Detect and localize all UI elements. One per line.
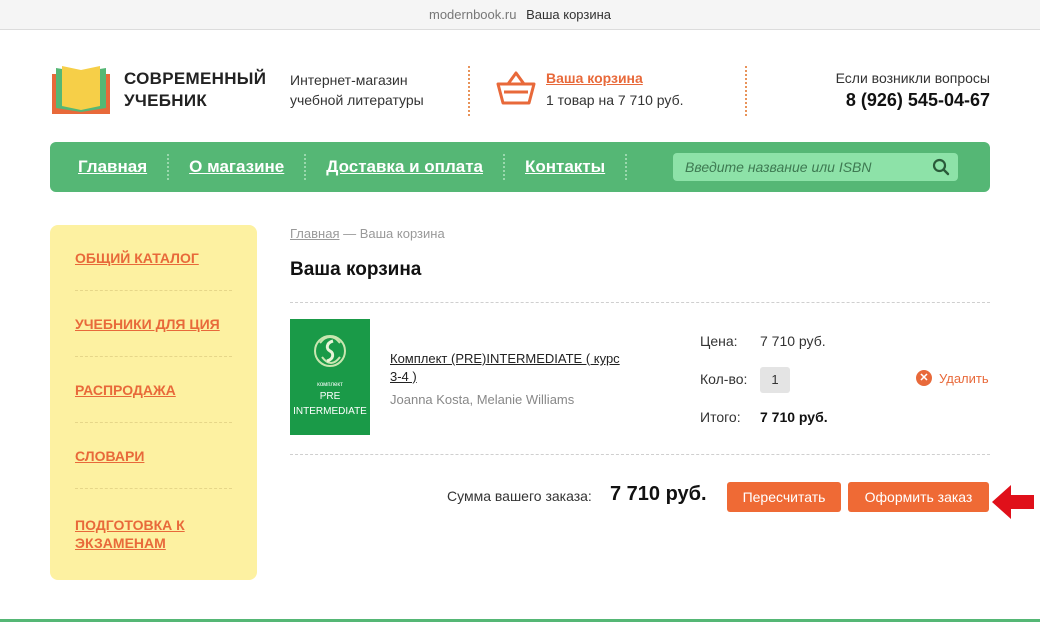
order-sum-value: 7 710 руб. xyxy=(610,483,707,505)
breadcrumb-current: Ваша корзина xyxy=(359,226,445,241)
cover-level-line1: PRE xyxy=(319,391,341,402)
logo-title-line1: СОВРЕМЕННЫЙ xyxy=(124,69,267,88)
red-arrow-icon xyxy=(992,485,1034,519)
sidebar-item-dictionaries: СЛОВАРИ xyxy=(75,423,232,489)
remove-item-button[interactable]: ✕ Удалить xyxy=(916,370,989,386)
cover-kit-label: комплект xyxy=(317,382,343,388)
header-cart-summary: 1 товар на 7 710 руб. xyxy=(546,92,684,108)
search-input[interactable] xyxy=(685,159,930,175)
header-contact: Если возникли вопросы 8 (926) 545-04-67 xyxy=(836,70,990,111)
contact-question: Если возникли вопросы xyxy=(835,70,990,86)
sidebar-item-sale: РАСПРОДАЖА xyxy=(75,357,232,423)
header-cart[interactable]: Ваша корзина 1 товар на 7 710 руб. xyxy=(496,70,683,108)
sidebar-item-exams: ПОДГОТОВКА К ЭКЗАМЕНАМ xyxy=(75,489,232,579)
sidebar-link-textbooks[interactable]: УЧЕБНИКИ ДЛЯ ЦИЯ xyxy=(75,315,220,333)
cover-level-line2: INTERMEDIATE xyxy=(293,406,367,417)
divider xyxy=(290,302,990,303)
item-total-value: 7 710 руб. xyxy=(760,409,828,425)
catalog-sidebar: ОБЩИЙ КАТАЛОГ УЧЕБНИКИ ДЛЯ ЦИЯ РАСПРОДАЖ… xyxy=(50,225,257,580)
contact-phone[interactable]: 8 (926) 545-04-67 xyxy=(836,90,990,111)
sidebar-link-dictionaries[interactable]: СЛОВАРИ xyxy=(75,447,144,465)
main-nav: Главная О магазине Доставка и оплата Кон… xyxy=(50,142,990,192)
remove-label: Удалить xyxy=(939,370,989,386)
product-authors: Joanna Kosta, Melanie Williams xyxy=(390,392,575,407)
nav-divider xyxy=(304,154,307,180)
browser-page-title: Ваша корзина xyxy=(526,7,612,22)
basket-icon xyxy=(496,71,536,105)
breadcrumb-home[interactable]: Главная xyxy=(290,226,339,241)
store-tagline: Интернет-магазин учебной литературы xyxy=(290,70,424,110)
sidebar-item-catalog: ОБЩИЙ КАТАЛОГ xyxy=(75,225,232,291)
nav-item-contacts[interactable]: Контакты xyxy=(525,157,605,177)
book-logo-icon xyxy=(52,66,110,114)
site-logo[interactable]: СОВРЕМЕННЫЙ УЧЕБНИК xyxy=(50,64,266,116)
breadcrumb: Главная — Ваша корзина xyxy=(290,226,445,241)
product-cover-image[interactable]: комплект PRE INTERMEDIATE xyxy=(290,319,370,435)
item-total-label: Итого: xyxy=(700,409,741,425)
order-sum-label: Сумма вашего заказа: xyxy=(447,488,592,504)
sidebar-item-textbooks: УЧЕБНИКИ ДЛЯ ЦИЯ xyxy=(75,291,232,357)
sidebar-link-sale[interactable]: РАСПРОДАЖА xyxy=(75,381,176,399)
logo-title-line2: УЧЕБНИК xyxy=(124,91,208,110)
sidebar-link-catalog[interactable]: ОБЩИЙ КАТАЛОГ xyxy=(75,249,199,267)
search-box xyxy=(673,153,958,181)
breadcrumb-separator: — xyxy=(339,226,360,241)
header-cart-link[interactable]: Ваша корзина xyxy=(546,70,643,86)
nav-item-about[interactable]: О магазине xyxy=(189,157,284,177)
price-value: 7 710 руб. xyxy=(760,333,826,349)
search-icon[interactable] xyxy=(932,158,950,176)
browser-domain: modernbook.ru xyxy=(428,7,517,22)
browser-title-bar: modernbook.ru Ваша корзина xyxy=(0,0,1040,30)
header-divider xyxy=(745,66,747,116)
product-title-link[interactable]: Комплект (PRE)INTERMEDIATE ( курс 3-4 ) xyxy=(390,350,630,386)
nav-item-delivery[interactable]: Доставка и оплата xyxy=(326,157,483,177)
nav-divider xyxy=(502,154,505,180)
quantity-input[interactable]: 1 xyxy=(760,367,790,393)
nav-item-home[interactable]: Главная xyxy=(78,157,147,177)
close-icon: ✕ xyxy=(916,370,932,386)
header-divider xyxy=(468,66,470,116)
nav-divider xyxy=(167,154,170,180)
emblem-icon xyxy=(314,335,346,367)
page-title: Ваша корзина xyxy=(290,259,422,280)
recalculate-button[interactable]: Пересчитать xyxy=(727,482,841,512)
tagline-line1: Интернет-магазин xyxy=(290,72,408,88)
sidebar-link-exams[interactable]: ПОДГОТОВКА К ЭКЗАМЕНАМ xyxy=(75,516,232,552)
place-order-button[interactable]: Оформить заказ xyxy=(848,482,989,512)
quantity-label: Кол-во: xyxy=(700,371,748,387)
price-label: Цена: xyxy=(700,333,738,349)
nav-divider xyxy=(625,154,628,180)
divider xyxy=(290,454,990,455)
tagline-line2: учебной литературы xyxy=(290,92,424,108)
